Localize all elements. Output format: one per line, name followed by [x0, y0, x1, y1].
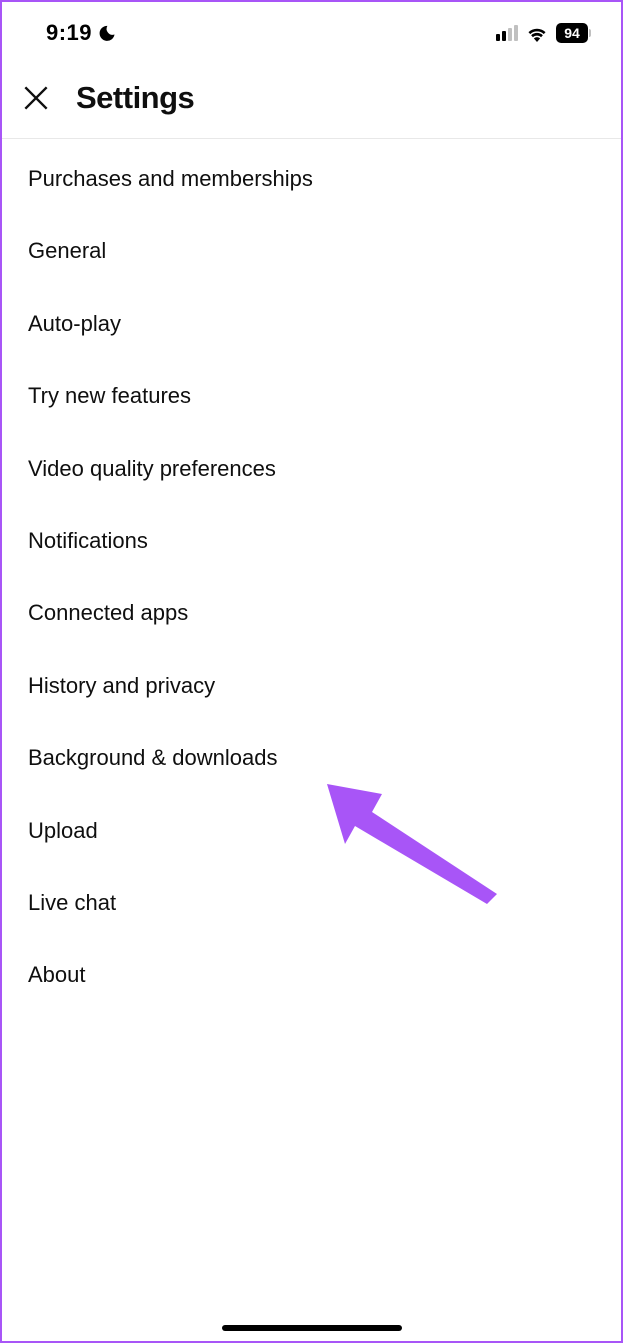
settings-item-autoplay[interactable]: Auto-play: [2, 288, 621, 360]
settings-item-label: Video quality preferences: [28, 456, 276, 481]
settings-item-label: Notifications: [28, 528, 148, 553]
settings-list: Purchases and memberships General Auto-p…: [2, 139, 621, 1016]
battery-percent: 94: [556, 23, 588, 43]
settings-item-label: Try new features: [28, 383, 191, 408]
close-icon[interactable]: [20, 82, 52, 114]
settings-item-purchases[interactable]: Purchases and memberships: [2, 143, 621, 215]
settings-item-label: About: [28, 962, 86, 987]
status-bar-right: 94: [496, 23, 591, 43]
wifi-icon: [526, 24, 548, 42]
page-title: Settings: [76, 80, 194, 116]
settings-item-label: Background & downloads: [28, 745, 278, 770]
battery-indicator: 94: [556, 23, 591, 43]
settings-item-connected-apps[interactable]: Connected apps: [2, 577, 621, 649]
settings-item-label: Auto-play: [28, 311, 121, 336]
settings-item-label: Live chat: [28, 890, 116, 915]
settings-item-label: General: [28, 238, 106, 263]
settings-item-background-downloads[interactable]: Background & downloads: [2, 722, 621, 794]
settings-item-history-privacy[interactable]: History and privacy: [2, 650, 621, 722]
settings-item-notifications[interactable]: Notifications: [2, 505, 621, 577]
settings-item-video-quality[interactable]: Video quality preferences: [2, 433, 621, 505]
cellular-signal-icon: [496, 25, 518, 41]
settings-item-upload[interactable]: Upload: [2, 795, 621, 867]
settings-item-about[interactable]: About: [2, 939, 621, 1011]
status-bar: 9:19 94: [2, 2, 621, 58]
settings-item-live-chat[interactable]: Live chat: [2, 867, 621, 939]
settings-item-label: Upload: [28, 818, 98, 843]
settings-item-label: Purchases and memberships: [28, 166, 313, 191]
header: Settings: [2, 58, 621, 139]
settings-item-try-new-features[interactable]: Try new features: [2, 360, 621, 432]
status-time: 9:19: [46, 20, 92, 46]
settings-item-label: Connected apps: [28, 600, 188, 625]
status-bar-left: 9:19: [46, 20, 116, 46]
settings-item-general[interactable]: General: [2, 215, 621, 287]
do-not-disturb-icon: [98, 24, 116, 42]
settings-item-label: History and privacy: [28, 673, 215, 698]
home-indicator[interactable]: [222, 1325, 402, 1331]
